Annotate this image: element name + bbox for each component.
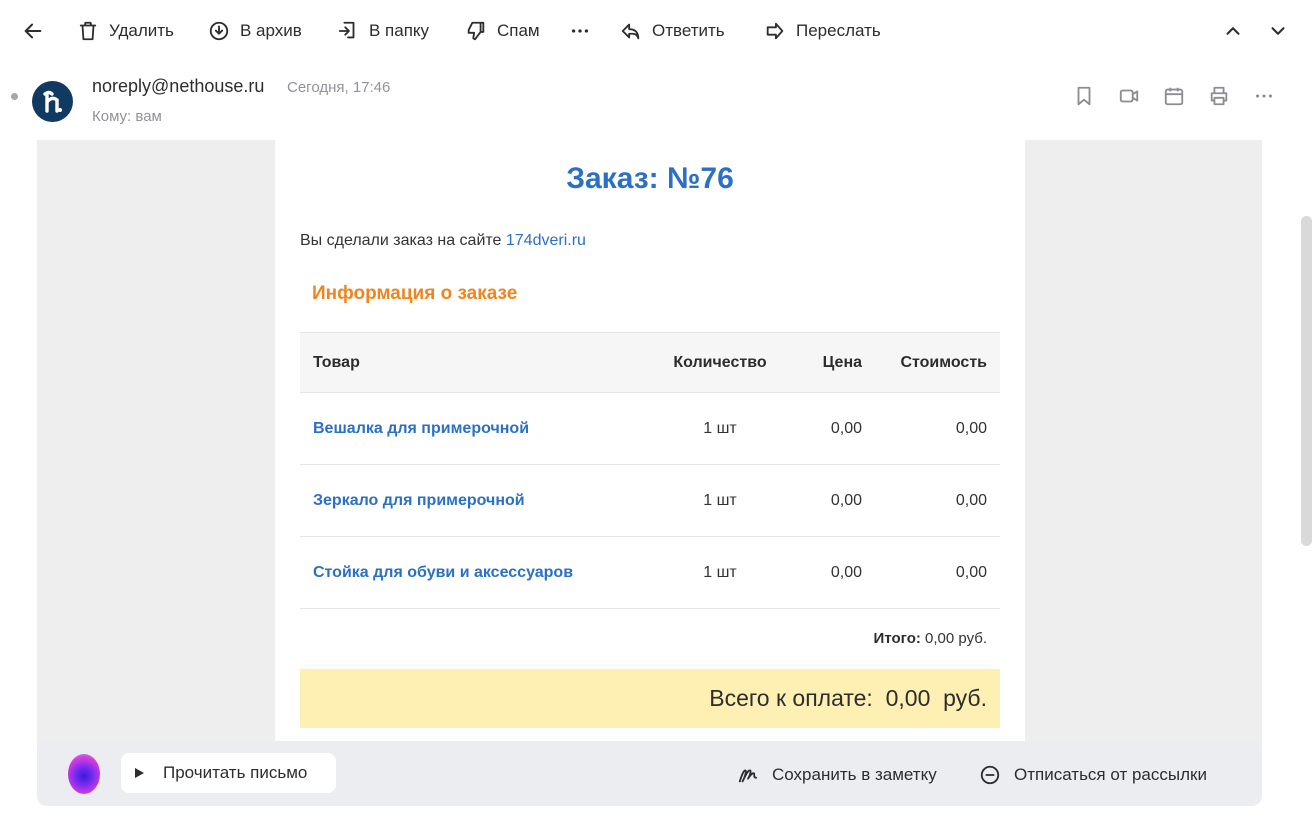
folder-move-icon	[338, 21, 355, 39]
previous-message-button[interactable]	[1222, 14, 1244, 48]
order-info-heading: Информация о заказе	[312, 283, 518, 304]
calendar-icon	[1164, 87, 1184, 106]
assistant-orb-icon[interactable]	[68, 754, 100, 794]
subtotal-value: 0,00 руб.	[920, 630, 987, 647]
forward-button[interactable]: Переслать	[764, 14, 881, 48]
product-price: 0,00	[795, 536, 875, 609]
table-header-row: Товар Количество Цена Стоимость	[300, 332, 1000, 393]
play-icon	[135, 768, 144, 778]
more-actions-button[interactable]	[569, 14, 591, 48]
arrow-left-icon	[24, 23, 42, 39]
save-to-note-button[interactable]: Сохранить в заметку	[737, 763, 937, 787]
move-to-folder-button[interactable]: В папку	[337, 14, 429, 48]
product-price: 0,00	[795, 392, 875, 465]
more-horizontal-icon	[571, 29, 589, 33]
spam-label: Спам	[497, 21, 540, 40]
print-icon	[1210, 86, 1228, 106]
product-cost: 0,00	[875, 536, 1000, 609]
column-header-product: Товар	[300, 332, 645, 393]
product-quantity: 1 шт	[645, 392, 795, 465]
read-aloud-button[interactable]: Прочитать письмо	[121, 753, 336, 793]
product-link[interactable]: Вешалка для примерочной	[300, 392, 645, 465]
column-header-price: Цена	[795, 332, 875, 393]
unsubscribe-label: Отписаться от рассылки	[1014, 765, 1207, 784]
spam-button[interactable]: Спам	[465, 14, 540, 48]
scrollbar-thumb[interactable]	[1301, 216, 1312, 546]
sender-avatar[interactable]	[32, 81, 73, 122]
archive-icon	[209, 21, 229, 41]
order-items-table: Товар Количество Цена Стоимость Вешалка …	[300, 332, 1000, 609]
message-date: Сегодня, 17:46	[287, 79, 391, 96]
product-link[interactable]: Зеркало для примерочной	[300, 464, 645, 537]
forward-label: Переслать	[796, 21, 881, 40]
bookmark-button[interactable]	[1072, 84, 1096, 108]
next-message-button[interactable]	[1267, 14, 1289, 48]
subtotal-label: Итого:	[873, 630, 921, 647]
table-row: Стойка для обуви и аксессуаров 1 шт 0,00…	[300, 536, 1000, 609]
column-header-quantity: Количество	[645, 332, 795, 393]
note-icon	[738, 769, 758, 783]
column-header-cost: Стоимость	[875, 332, 1000, 393]
table-row: Зеркало для примерочной 1 шт 0,00 0,00	[300, 464, 1000, 537]
back-button[interactable]	[22, 14, 44, 48]
order-subtotal: Итого: 0,00 руб.	[300, 630, 987, 647]
folder-label: В папку	[369, 21, 430, 40]
unread-dot-icon[interactable]	[11, 93, 18, 100]
video-call-button[interactable]	[1117, 84, 1141, 108]
reply-button[interactable]: Ответить	[620, 14, 725, 48]
table-row: Вешалка для примерочной 1 шт 0,00 0,00	[300, 392, 1000, 465]
order-title: Заказ: №76	[566, 162, 734, 195]
product-cost: 0,00	[875, 392, 1000, 465]
delete-button[interactable]: Удалить	[77, 14, 174, 48]
message-toolbar: Удалить В архив В папку Спам Ответить Пе…	[0, 0, 1316, 62]
trash-icon	[79, 21, 97, 41]
thumbs-down-icon	[467, 21, 485, 41]
chevron-up-icon	[1226, 27, 1240, 35]
product-link[interactable]: Стойка для обуви и аксессуаров	[300, 536, 645, 609]
product-quantity: 1 шт	[645, 464, 795, 537]
intro-text: Вы сделали заказ на сайте	[300, 232, 506, 249]
site-link[interactable]: 174dveri.ru	[506, 232, 586, 249]
product-quantity: 1 шт	[645, 536, 795, 609]
more-icon	[1256, 94, 1272, 98]
sender-address[interactable]: noreply@nethouse.ru	[92, 76, 264, 97]
archive-button[interactable]: В архив	[208, 14, 302, 48]
order-intro: Вы сделали заказ на сайте 174dveri.ru	[300, 232, 586, 250]
unsubscribe-button[interactable]: Отписаться от рассылки	[979, 763, 1207, 787]
read-aloud-label: Прочитать письмо	[163, 763, 308, 782]
amount-due-text: Всего к оплате: 0,00 руб.	[709, 685, 987, 711]
product-price: 0,00	[795, 464, 875, 537]
reply-label: Ответить	[652, 21, 725, 40]
calendar-button[interactable]	[1162, 84, 1186, 108]
save-to-note-label: Сохранить в заметку	[772, 765, 937, 784]
forward-icon	[766, 22, 784, 40]
recipient-line: Кому: вам	[92, 108, 162, 125]
nethouse-logo-icon	[42, 90, 62, 113]
amount-due-bar: Всего к оплате: 0,00 руб.	[300, 669, 1000, 728]
more-options-button[interactable]	[1252, 84, 1276, 108]
reply-icon	[621, 23, 640, 40]
video-icon	[1119, 89, 1139, 103]
archive-label: В архив	[240, 21, 302, 40]
bookmark-icon	[1077, 86, 1091, 106]
delete-label: Удалить	[109, 21, 174, 40]
print-button[interactable]	[1207, 84, 1231, 108]
minus-circle-icon	[980, 765, 1000, 785]
product-cost: 0,00	[875, 464, 1000, 537]
chevron-down-icon	[1271, 27, 1285, 35]
